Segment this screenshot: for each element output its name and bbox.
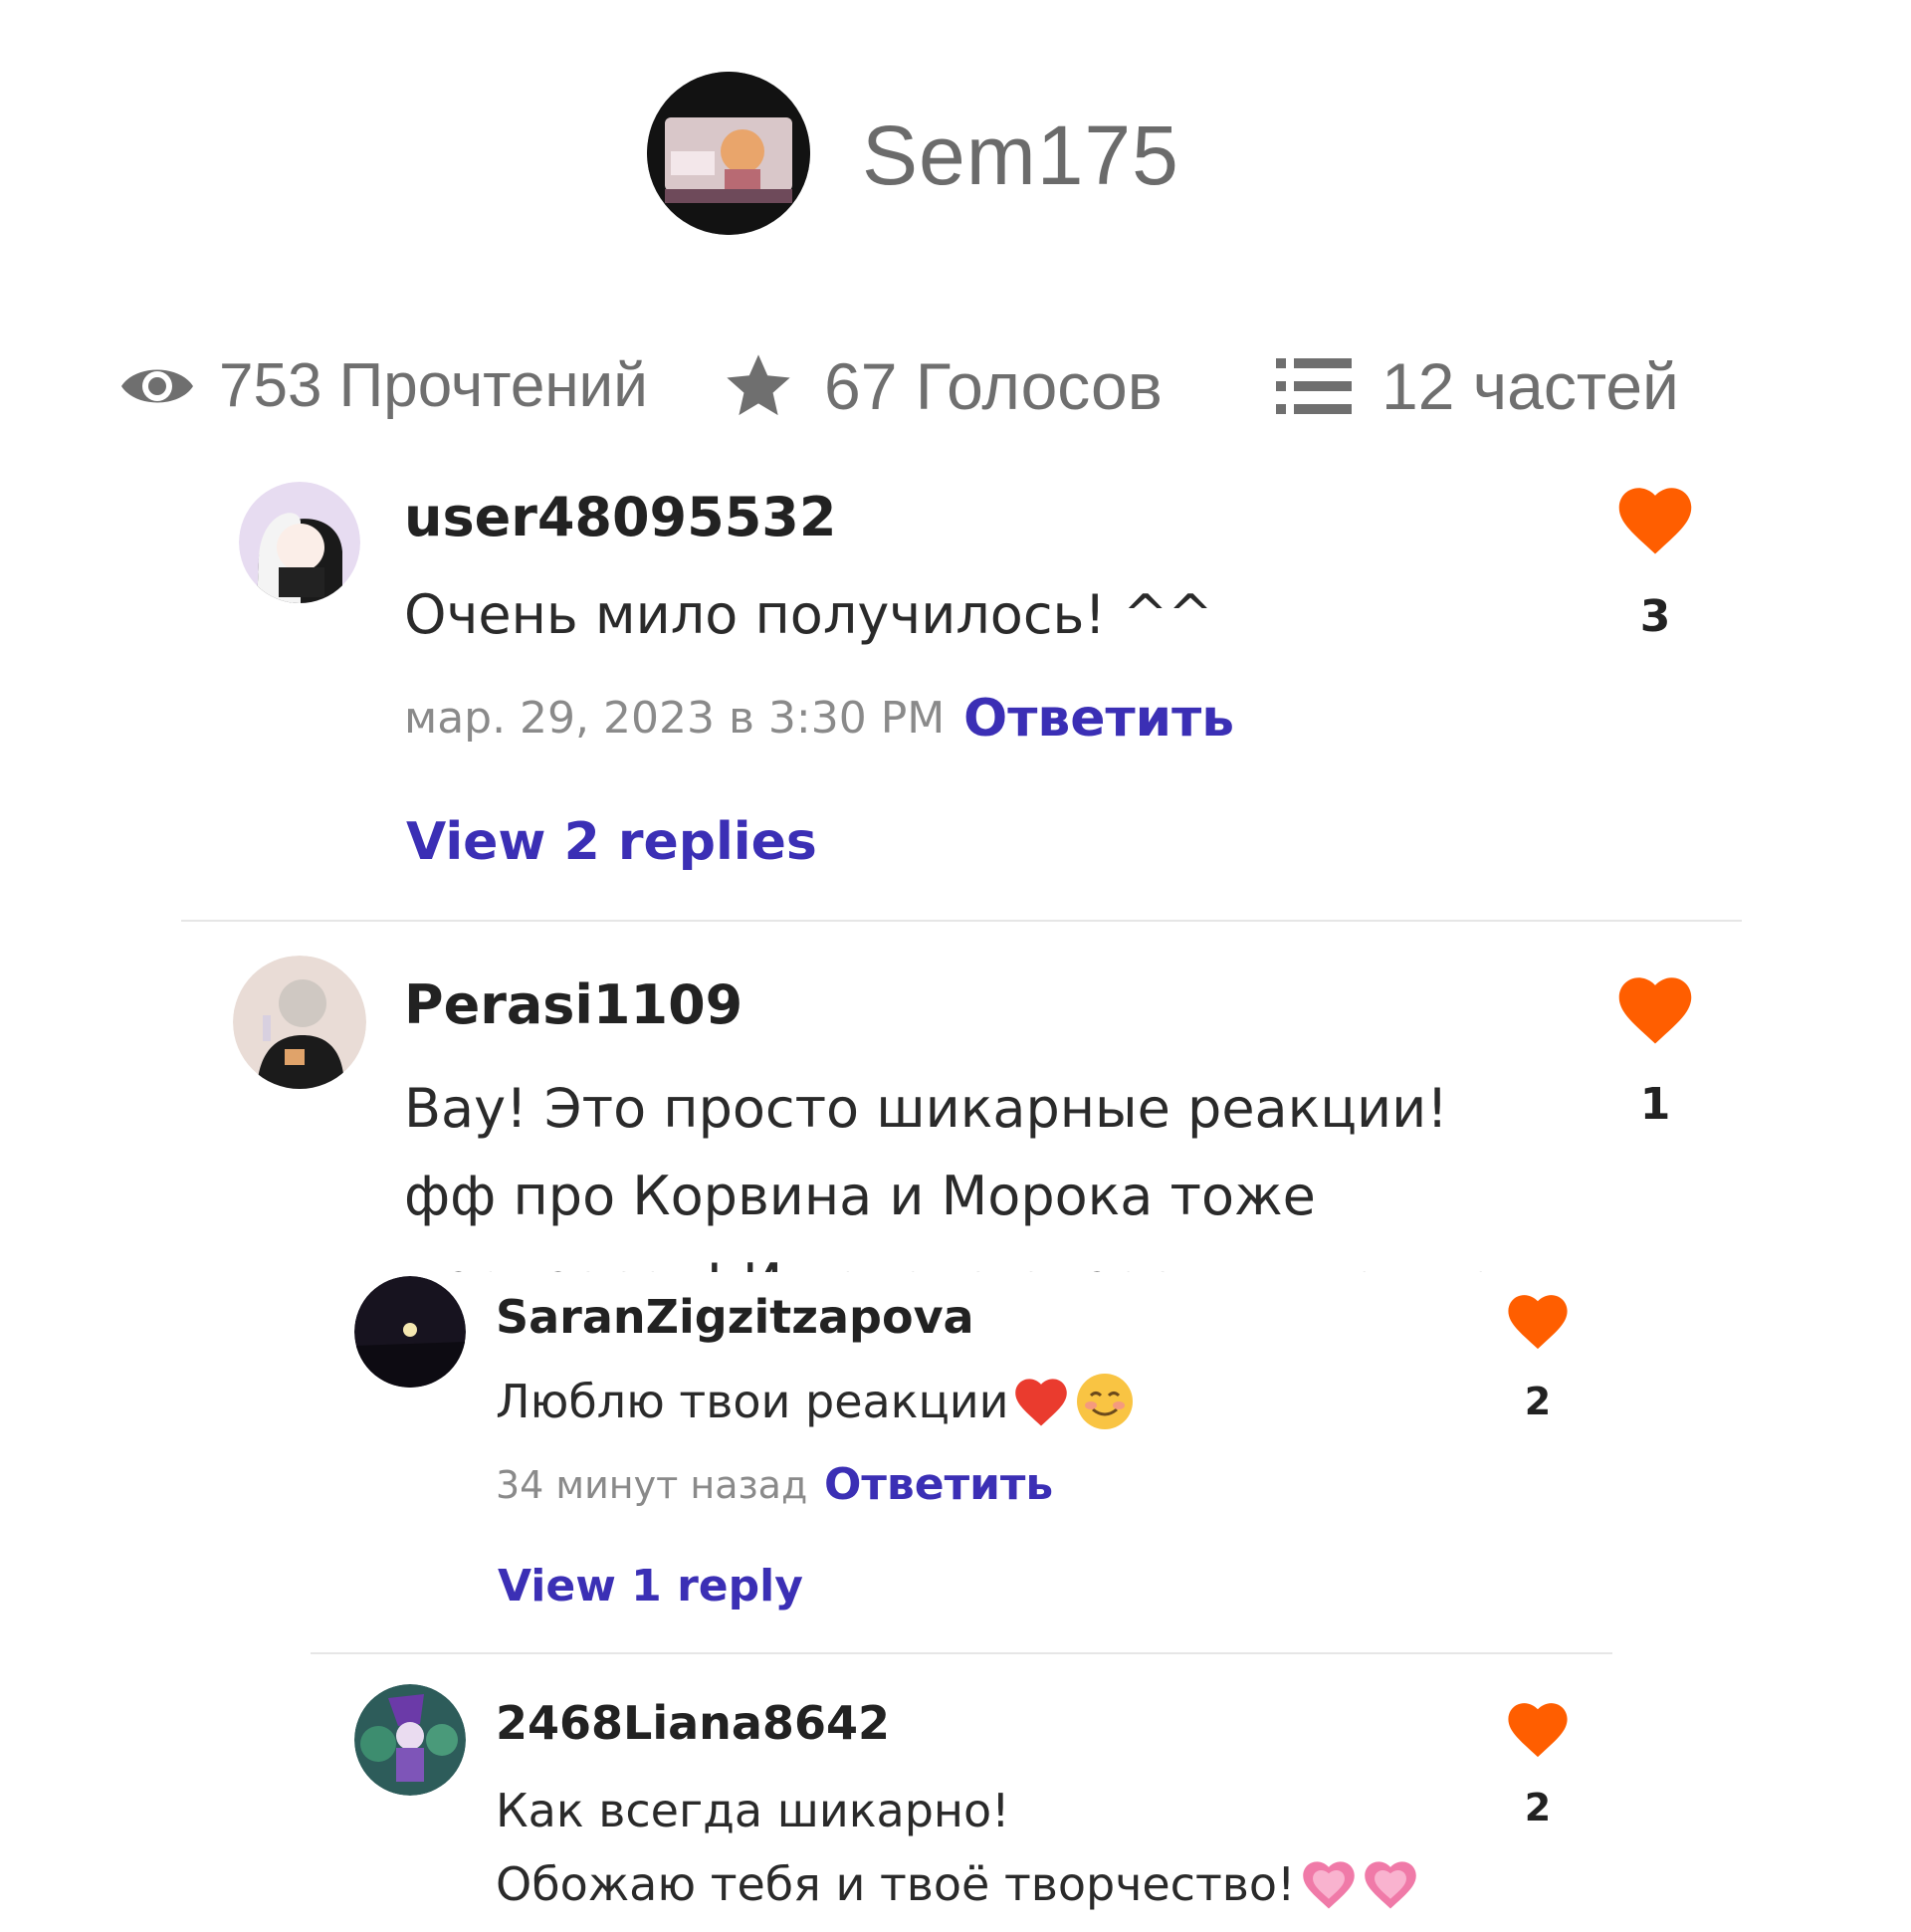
comment-username[interactable]: user48095532	[404, 486, 836, 548]
like-heart-icon[interactable]	[1612, 482, 1698, 557]
comment-text: Вау! Это просто шикарные реакции! фф про…	[404, 1065, 1539, 1272]
avatar[interactable]	[354, 1684, 466, 1796]
avatar[interactable]	[233, 956, 366, 1089]
list-icon	[1276, 354, 1352, 418]
growing-heart-emoji-icon	[1361, 1857, 1420, 1911]
like-heart-icon[interactable]	[1503, 1290, 1573, 1352]
reply-button[interactable]: Ответить	[824, 1459, 1053, 1510]
reply-text: Обожаю тебя и твоё творчество!	[496, 1847, 1420, 1921]
divider	[311, 1652, 1612, 1654]
comment-timestamp: мар. 29, 2023 в 3:30 PM	[404, 693, 946, 744]
reply-button[interactable]: Ответить	[963, 689, 1234, 749]
growing-heart-emoji-icon	[1299, 1857, 1359, 1911]
divider	[181, 920, 1742, 922]
comment-text: Очень мило получилось! ^^	[404, 583, 1213, 646]
smiling-face-emoji-icon	[1075, 1372, 1135, 1431]
votes-stat: 67 Голосов	[721, 348, 1163, 424]
like-heart-icon[interactable]	[1612, 971, 1698, 1047]
like-count: 1	[1639, 1079, 1671, 1130]
reply-username[interactable]: 2468Liana8642	[496, 1696, 890, 1750]
author-avatar[interactable]	[647, 72, 810, 235]
reply-text-line: Как всегда шикарно!	[496, 1784, 1010, 1837]
parts-count: 12 частей	[1381, 349, 1679, 423]
reads-stat: 753 Прочтений	[117, 350, 648, 421]
reads-count: 753 Прочтений	[219, 351, 648, 420]
reply-text-content: Люблю твои реакции	[496, 1375, 1009, 1428]
eye-icon	[117, 358, 197, 414]
like-count: 2	[1524, 1380, 1552, 1423]
reply-text-line: Обожаю тебя и твоё творчество!	[496, 1857, 1296, 1911]
reply-text: Люблю твои реакции	[496, 1372, 1135, 1431]
author-name[interactable]: Sem175	[862, 107, 1179, 204]
comment-text-line: фф про Корвина и Морока тоже	[404, 1165, 1316, 1227]
avatar[interactable]	[239, 482, 360, 603]
like-count: 2	[1524, 1786, 1552, 1829]
comment-text-line: Вау! Это просто шикарные реакции!	[404, 1077, 1448, 1140]
avatar[interactable]	[354, 1276, 466, 1388]
red-heart-emoji-icon	[1011, 1375, 1071, 1428]
like-count: 3	[1639, 591, 1671, 642]
like-heart-icon[interactable]	[1503, 1698, 1573, 1760]
view-replies-link[interactable]: View 1 reply	[498, 1561, 803, 1611]
reply-username[interactable]: SaranZigzitzapova	[496, 1290, 974, 1344]
votes-count: 67 Голосов	[824, 349, 1163, 423]
comment-text-line: прекрасен! И хотела спросить: можно	[404, 1240, 1539, 1272]
parts-stat[interactable]: 12 частей	[1276, 348, 1679, 424]
reply-timestamp: 34 минут назад	[496, 1463, 808, 1507]
view-replies-link[interactable]: View 2 replies	[406, 812, 817, 872]
star-icon	[721, 348, 796, 424]
comment-username[interactable]: Perasi1109	[404, 973, 743, 1036]
